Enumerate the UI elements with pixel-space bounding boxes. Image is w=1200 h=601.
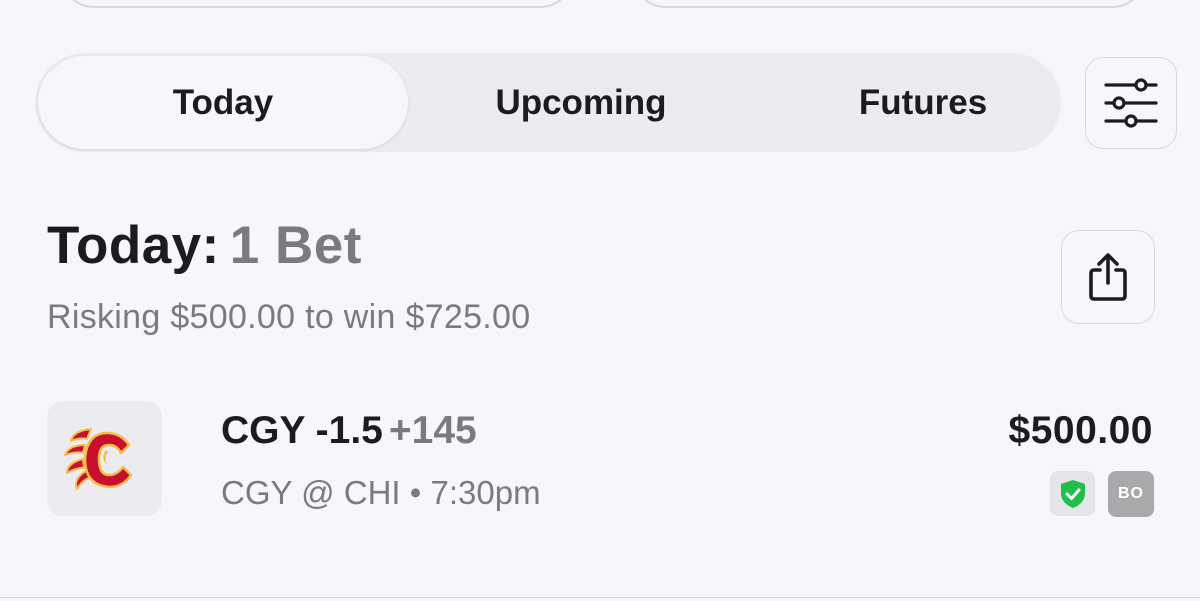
bet-odds: +145 [388, 409, 477, 452]
sliders-icon [1104, 78, 1158, 128]
tab-upcoming[interactable]: Upcoming [408, 56, 754, 149]
tab-futures[interactable]: Futures [754, 56, 1092, 149]
risk-summary: Risking $500.00 to win $725.00 [47, 298, 531, 336]
page-title: Today: 1 Bet [47, 215, 362, 276]
bet-matchup-time: CGY @ CHI • 7:30pm [221, 474, 541, 512]
shield-check-icon [1060, 479, 1085, 508]
page-title-label: Today: [47, 216, 220, 275]
date-filter-tabs: Today Upcoming Futures [35, 53, 1061, 152]
calgary-flames-logo [63, 427, 132, 490]
team-logo [47, 401, 162, 516]
sportsbook-badge: BO [1108, 471, 1154, 517]
bet-stake: $500.00 [1008, 409, 1153, 452]
bet-matchup: CGY @ CHI [221, 474, 401, 511]
tab-today[interactable]: Today [38, 56, 408, 149]
share-icon [1089, 253, 1127, 301]
bet-time: 7:30pm [430, 474, 541, 511]
verified-badge [1050, 471, 1095, 516]
bet-count: 1 Bet [229, 216, 362, 275]
top-field-left[interactable] [60, 0, 574, 8]
separator-dot: • [409, 474, 422, 511]
bet-list-item[interactable]: CGY -1.5 +145 CGY @ CHI • 7:30pm $500.00 … [47, 400, 1155, 518]
bet-selection: CGY -1.5 +145 [221, 409, 477, 453]
bet-selection-label: CGY -1.5 [221, 409, 383, 452]
top-field-right[interactable] [632, 0, 1146, 8]
divider [0, 597, 1200, 598]
share-button[interactable] [1061, 230, 1155, 324]
filter-button[interactable] [1085, 57, 1177, 149]
